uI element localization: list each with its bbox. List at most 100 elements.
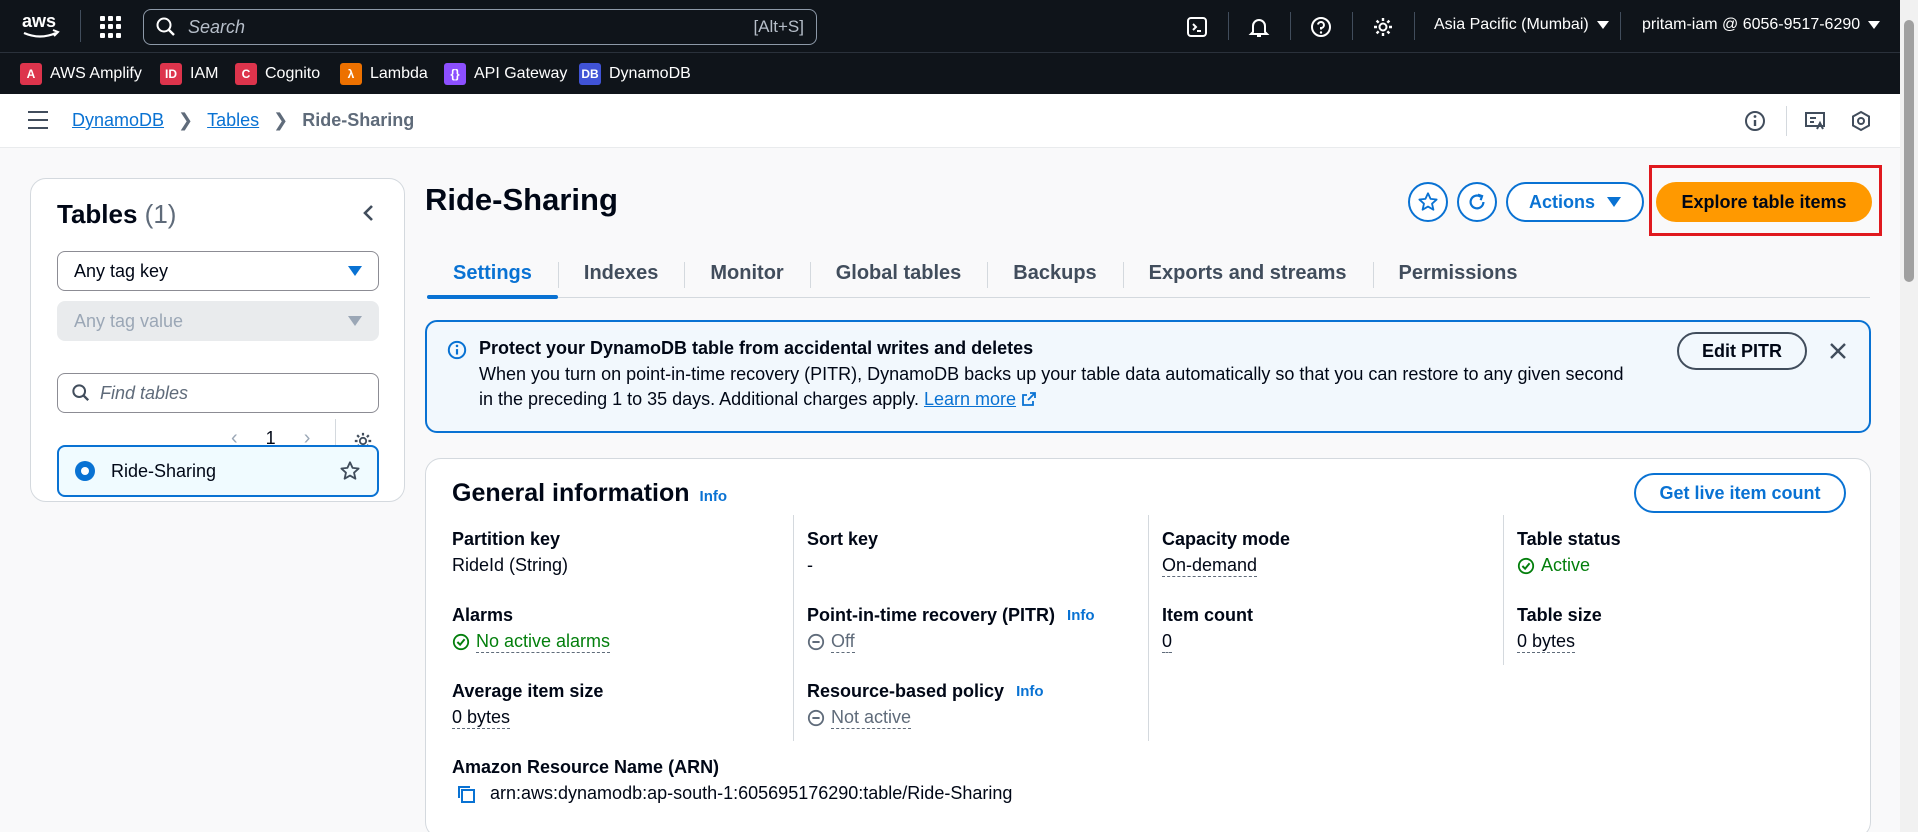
tag-key-value: Any tag key <box>74 260 169 281</box>
api-gateway-icon: {} <box>444 63 466 85</box>
help-icon[interactable] <box>1308 14 1334 40</box>
column-divider <box>1503 515 1504 665</box>
breadcrumb-dynamodb[interactable]: DynamoDB <box>72 110 164 131</box>
tab-bar: Settings Indexes Monitor Global tables B… <box>427 250 1870 299</box>
bell-icon[interactable] <box>1246 14 1272 40</box>
find-tables-field[interactable] <box>57 373 379 413</box>
tab-exports-and-streams[interactable]: Exports and streams <box>1122 250 1373 298</box>
stopped-icon <box>807 633 825 651</box>
tables-heading: Tables (1) <box>57 199 176 230</box>
arn-label: Amazon Resource Name (ARN) <box>452 757 720 777</box>
item-count-text: 0 <box>1162 631 1173 653</box>
scrollbar-thumb[interactable] <box>1904 20 1914 282</box>
find-tables-input[interactable] <box>100 382 364 404</box>
banner-body: When you turn on point-in-time recovery … <box>479 364 1624 409</box>
tutorial-panel-icon[interactable] <box>1804 110 1826 137</box>
item-count-value: 0 <box>1162 631 1173 653</box>
info-panel-icon[interactable] <box>1744 110 1766 137</box>
favorite-iam[interactable]: ID IAM <box>160 63 218 85</box>
tab-monitor[interactable]: Monitor <box>684 250 809 298</box>
column-divider <box>793 515 794 741</box>
get-live-item-count-button[interactable]: Get live item count <box>1634 473 1846 513</box>
nav-divider <box>1414 12 1415 40</box>
pitr-info-link[interactable]: Info <box>1067 607 1095 624</box>
cloudshell-icon[interactable] <box>1184 14 1210 40</box>
tag-value-value: Any tag value <box>74 310 184 331</box>
breadcrumb-bar: DynamoDB ❯ Tables ❯ Ride-Sharing <box>0 94 1918 148</box>
banner-text: When you turn on point-in-time recovery … <box>479 362 1639 412</box>
table-status-value: Active <box>1517 555 1590 576</box>
settings-gear-icon[interactable] <box>1370 14 1396 40</box>
star-icon[interactable] <box>339 460 361 482</box>
aws-logo[interactable]: aws <box>20 10 64 42</box>
caret-down-icon <box>348 266 362 276</box>
favorite-label: AWS Amplify <box>50 65 142 82</box>
arn-value: arn:aws:dynamodb:ap-south-1:605695176290… <box>456 783 1012 804</box>
nav-divider <box>1352 12 1353 40</box>
close-icon[interactable] <box>1829 336 1847 367</box>
favorite-api-gateway[interactable]: {} API Gateway <box>444 63 567 85</box>
svg-text:aws: aws <box>22 11 56 31</box>
favorites-bar: A AWS Amplify ID IAM C Cognito λ Lambda … <box>0 52 1918 94</box>
table-list-item[interactable]: Ride-Sharing <box>57 445 379 497</box>
favorite-cognito[interactable]: C Cognito <box>235 63 320 85</box>
favorite-star-button[interactable] <box>1408 182 1448 222</box>
tab-backups[interactable]: Backups <box>987 250 1122 298</box>
tab-permissions[interactable]: Permissions <box>1372 250 1544 298</box>
actions-button[interactable]: Actions <box>1506 182 1644 222</box>
caret-down-icon <box>348 316 362 326</box>
resource-policy-text: Not active <box>831 707 912 729</box>
nav-divider <box>1620 12 1621 40</box>
divider <box>1786 106 1787 136</box>
breadcrumb-tables[interactable]: Tables <box>207 110 259 131</box>
pitr-text: Off <box>831 631 855 653</box>
edit-pitr-button[interactable]: Edit PITR <box>1677 332 1807 370</box>
capacity-mode-label: Capacity mode <box>1162 529 1291 549</box>
favorite-label: DynamoDB <box>609 65 691 82</box>
info-link[interactable]: Info <box>700 488 728 505</box>
account-menu[interactable]: pritam-iam @ 6056-9517-6290 <box>1642 16 1881 34</box>
banner-title: Protect your DynamoDB table from acciden… <box>479 338 1034 358</box>
services-menu-icon[interactable] <box>100 16 122 38</box>
pitr-label-text: Point-in-time recovery (PITR) <box>807 605 1056 625</box>
region-label: Asia Pacific (Mumbai) <box>1434 16 1589 33</box>
table-status-text: Active <box>1541 555 1591 575</box>
tab-global-tables[interactable]: Global tables <box>809 250 988 298</box>
table-status-label: Table status <box>1517 529 1621 549</box>
favorite-aws-amplify[interactable]: A AWS Amplify <box>20 63 142 85</box>
iam-icon: ID <box>160 63 182 85</box>
caret-down-icon <box>1607 197 1621 207</box>
favorite-dynamodb[interactable]: DB DynamoDB <box>579 63 691 85</box>
partition-key-value: RideId (String) <box>452 555 569 575</box>
collapse-panel-icon[interactable] <box>361 203 375 229</box>
copy-icon[interactable] <box>456 784 476 804</box>
tab-indexes[interactable]: Indexes <box>557 250 684 298</box>
tables-count: (1) <box>144 199 177 229</box>
learn-more-link[interactable]: Learn more <box>924 389 1016 409</box>
pitr-info-banner: Protect your DynamoDB table from acciden… <box>425 320 1871 433</box>
resource-policy-value: Not active <box>807 707 912 729</box>
tables-title: Tables <box>57 199 138 229</box>
radio-selected-icon[interactable] <box>75 461 95 481</box>
scrollbar[interactable] <box>1900 0 1918 832</box>
menu-icon[interactable] <box>28 111 48 129</box>
learn-more-label: Learn more <box>923 389 1017 409</box>
general-information-card: General information Info Get live item c… <box>425 458 1871 832</box>
search-box[interactable]: [Alt+S] <box>143 9 817 45</box>
nav-divider <box>1228 12 1229 40</box>
search-icon <box>72 384 90 402</box>
external-link-icon <box>1022 392 1036 406</box>
favorite-lambda[interactable]: λ Lambda <box>340 63 428 85</box>
region-selector[interactable]: Asia Pacific (Mumbai) <box>1434 16 1609 34</box>
search-shortcut: [Alt+S] <box>753 17 804 36</box>
caret-down-icon <box>1868 21 1881 29</box>
search-input[interactable] <box>188 16 754 38</box>
shield-settings-icon[interactable] <box>1850 110 1872 137</box>
tab-settings[interactable]: Settings <box>427 250 558 299</box>
table-size-value: 0 bytes <box>1517 631 1576 653</box>
refresh-button[interactable] <box>1457 182 1497 222</box>
nav-divider <box>80 10 81 42</box>
policy-info-link[interactable]: Info <box>1016 683 1044 700</box>
tag-key-select[interactable]: Any tag key <box>57 251 379 291</box>
average-item-size-value: 0 bytes <box>452 707 511 729</box>
